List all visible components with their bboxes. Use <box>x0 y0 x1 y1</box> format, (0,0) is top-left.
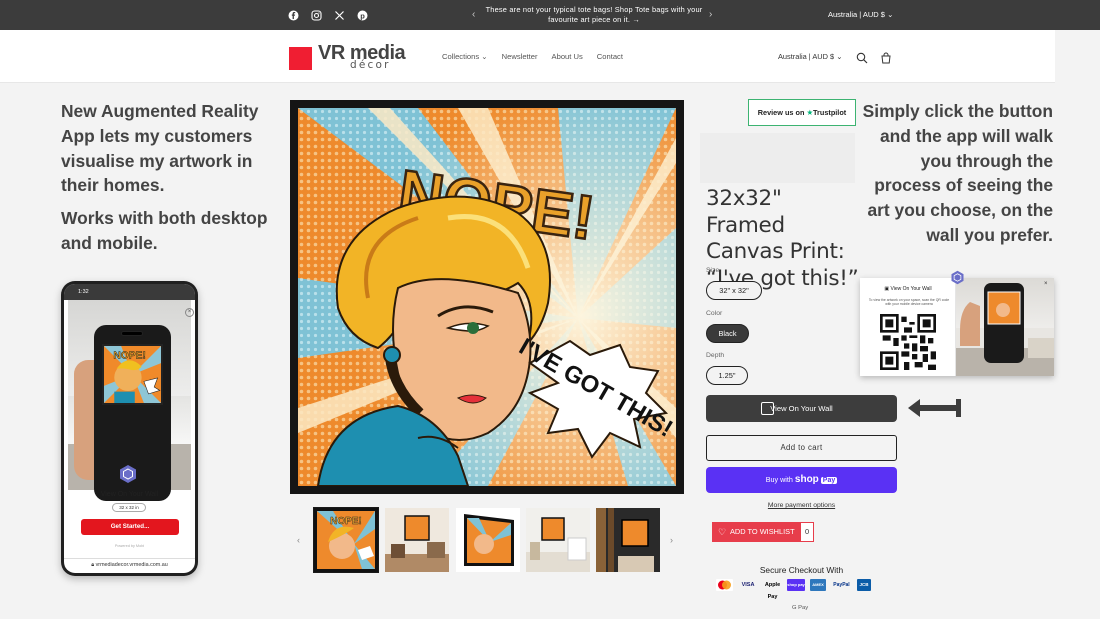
announcement-next-icon[interactable]: › <box>709 9 712 20</box>
qr-popup-preview: ▣ View On Your Wall To view the artwork … <box>860 278 1054 376</box>
amex-icon: AMEX <box>810 579 826 591</box>
social-links: p <box>288 8 368 21</box>
cube-icon <box>951 270 964 285</box>
x-icon[interactable] <box>334 8 345 20</box>
arrow-pointer-icon <box>908 399 961 417</box>
add-to-wishlist-button[interactable]: ♡ ADD TO WISHLIST <box>712 522 800 542</box>
thumb-prev-icon[interactable]: ‹ <box>297 535 300 545</box>
facebook-icon[interactable] <box>288 8 299 21</box>
more-payment-options-link[interactable]: More payment options <box>706 502 897 509</box>
size-label: Size <box>706 267 720 274</box>
svg-text:NOPE!: NOPE! <box>113 351 145 362</box>
depth-option[interactable]: 1.25" <box>706 366 748 385</box>
promo-right: Simply click the button and the app will… <box>862 101 1053 245</box>
thumbnail[interactable] <box>456 508 520 572</box>
svg-text:p: p <box>360 11 365 20</box>
search-icon[interactable] <box>856 51 868 64</box>
thumbnail[interactable]: NOPE! <box>313 507 379 573</box>
add-to-cart-button[interactable]: Add to cart <box>706 435 897 461</box>
svg-text:NOPE!: NOPE! <box>330 516 362 527</box>
view-on-wall-button[interactable]: View On Your Wall <box>706 395 897 422</box>
phone-title: View On Your Wall <box>100 491 159 498</box>
nav-contact[interactable]: Contact <box>597 52 623 61</box>
phone-status-bar: 1:32 <box>64 284 195 300</box>
size-option[interactable]: 32" x 32" <box>706 281 762 300</box>
nav-newsletter[interactable]: Newsletter <box>502 52 538 61</box>
trustpilot-badge[interactable]: Review us on ★Trustpilot <box>748 99 856 126</box>
product-main-image[interactable]: NOPE! I'VE GOT THIS! <box>290 100 684 494</box>
announcement-message[interactable]: These are not your typical tote bags! Sh… <box>480 5 708 24</box>
announcement-bar: p ‹ These are not your typical tote bags… <box>0 0 1100 30</box>
product-title: 32x32" Framed Canvas Print: “I've got th… <box>706 186 859 291</box>
popup-title: ▣ View On Your Wall <box>884 286 932 292</box>
lock-icon: 🔒︎ <box>91 562 95 568</box>
get-started-button[interactable]: Get Started... <box>81 519 179 535</box>
secure-checkout-label: Secure Checkout With <box>759 565 844 575</box>
popup-close-icon[interactable]: × <box>1044 281 1048 287</box>
announcement-locale-selector[interactable]: Australia | AUD $ ⌄ <box>828 10 893 19</box>
phone-close-icon[interactable]: × <box>185 308 194 317</box>
thumb-next-icon[interactable]: › <box>670 535 673 545</box>
phone-camera-view: NOPE! <box>68 300 191 501</box>
chevron-down-icon: ⌄ <box>481 52 488 61</box>
qr-code <box>880 314 936 370</box>
nav-collections[interactable]: Collections ⌄ <box>442 52 488 61</box>
visa-icon: VISA <box>741 582 755 588</box>
logo[interactable]: VR media décor <box>289 42 428 72</box>
instagram-icon[interactable] <box>311 8 322 21</box>
phone-size-badge: 32 x 32 in <box>112 503 146 512</box>
placeholder-block <box>700 133 855 183</box>
site-header: VR media décor Collections ⌄ Newsletter … <box>0 30 1055 83</box>
main-nav: Collections ⌄ Newsletter About Us Contac… <box>442 52 623 61</box>
promo-left: New Augmented Reality App lets my custom… <box>61 99 271 256</box>
phone-artwork-preview: NOPE! <box>102 344 163 405</box>
powered-by: Powered by Mobi <box>114 544 145 548</box>
header-locale-selector[interactable]: Australia | AUD $ ⌄ <box>778 52 842 61</box>
chevron-down-icon: ⌄ <box>887 10 894 19</box>
jcb-icon: JCB <box>857 579 871 591</box>
thumbnail[interactable] <box>385 508 449 572</box>
cube-icon: ▣ <box>884 286 890 292</box>
nav-about-us[interactable]: About Us <box>552 52 583 61</box>
cart-icon[interactable] <box>880 51 892 64</box>
phone-screen: 1:32 NOPE! × View On Your Wall 32 x 32 i… <box>64 284 195 573</box>
mastercard-icon <box>716 579 733 591</box>
popup-description: To view the artwork on your space, scan … <box>868 298 950 307</box>
logo-subtext: décor <box>350 59 391 71</box>
cube-icon <box>118 464 138 484</box>
wishlist-count: 0 <box>800 522 814 542</box>
payment-icons: VISA Apple Pay shop pay AMEX PayPal JCB <box>716 578 886 600</box>
promo-left-line1: New Augmented Reality App lets my custom… <box>61 101 259 196</box>
google-pay-icon: G Pay <box>792 605 809 611</box>
shop-pay-button[interactable]: Buy with shop Pay <box>706 467 897 493</box>
shop-pay-icon: shop pay <box>787 579 805 591</box>
phone-url-bar: 🔒︎ vrmediadecor.vrmedia.com.au <box>64 558 195 573</box>
logo-mark <box>289 47 312 70</box>
promo-left-line2: Works with both desktop and mobile. <box>61 208 268 253</box>
phone-mockup: 1:32 NOPE! × View On Your Wall 32 x 32 i… <box>61 281 198 576</box>
paypal-icon: PayPal <box>833 582 850 588</box>
artwork: NOPE! I'VE GOT THIS! <box>298 108 676 486</box>
chevron-down-icon: ⌄ <box>836 52 843 61</box>
apple-pay-icon: Apple Pay <box>764 582 781 600</box>
thumbnail[interactable] <box>596 508 660 572</box>
color-option[interactable]: Black <box>706 324 749 343</box>
thumbnail-strip: ‹ NOPE! › <box>297 507 682 574</box>
popup-room-preview <box>956 278 1054 376</box>
color-label: Color <box>706 310 723 317</box>
ar-icon <box>761 402 774 415</box>
pinterest-icon[interactable]: p <box>357 8 368 21</box>
heart-icon: ♡ <box>718 527 727 537</box>
depth-label: Depth <box>706 352 725 359</box>
thumbnail[interactable] <box>526 508 590 572</box>
announcement-prev-icon[interactable]: ‹ <box>472 9 475 20</box>
